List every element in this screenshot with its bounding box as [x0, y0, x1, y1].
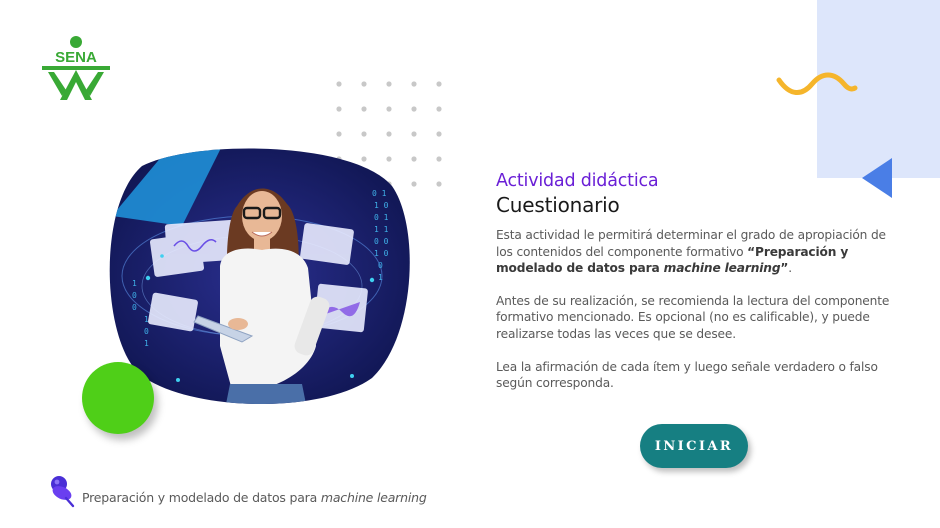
footer-caption: Preparación y modelado de datos para mac…: [82, 490, 427, 505]
svg-text:1 0: 1 0: [374, 249, 389, 258]
pushpin-icon: [51, 476, 75, 508]
svg-text:0: 0: [378, 261, 383, 270]
svg-text:1: 1: [132, 279, 137, 288]
quote-open: “: [747, 244, 756, 259]
activity-title: Cuestionario: [496, 193, 620, 217]
svg-text:0 1: 0 1: [374, 213, 389, 222]
footer-text-italic: machine learning: [320, 490, 427, 505]
activity-subtitle: Actividad didáctica: [496, 171, 659, 191]
description-paragraph-3: Lea la afirmación de cada ítem y luego s…: [496, 359, 878, 391]
svg-text:0: 0: [144, 327, 149, 336]
start-button[interactable]: INICIAR: [640, 424, 748, 468]
svg-text:1: 1: [144, 339, 149, 348]
svg-text:1 0: 1 0: [374, 201, 389, 210]
activity-content: Actividad didáctica Cuestionario Esta ac…: [496, 170, 896, 392]
description-paragraph-2: Antes de su realización, se recomienda l…: [496, 293, 890, 341]
logo-text: SENA: [55, 49, 97, 66]
description-paragraph-1: Esta actividad le permitirá determinar e…: [496, 227, 896, 277]
svg-text:0: 0: [132, 303, 137, 312]
svg-text:0 0: 0 0: [374, 237, 389, 246]
svg-text:0 1: 0 1: [372, 189, 387, 198]
wave-decoration: [776, 72, 858, 95]
footer-text: Preparación y modelado de datos para: [82, 490, 321, 505]
green-circle-decoration: [82, 362, 154, 434]
hero-illustration: 0 11 00 11 1 0 01 001 100101: [109, 148, 410, 404]
component-name-italic: machine learning: [663, 261, 781, 276]
footer: Preparación y modelado de datos para mac…: [48, 468, 427, 508]
paragraph-1-end: .: [788, 261, 793, 276]
svg-text:1 1: 1 1: [374, 225, 389, 234]
svg-text:1: 1: [144, 315, 149, 324]
sena-logo: SENA: [42, 36, 110, 100]
svg-text:1: 1: [378, 273, 383, 282]
svg-text:0: 0: [132, 291, 137, 300]
